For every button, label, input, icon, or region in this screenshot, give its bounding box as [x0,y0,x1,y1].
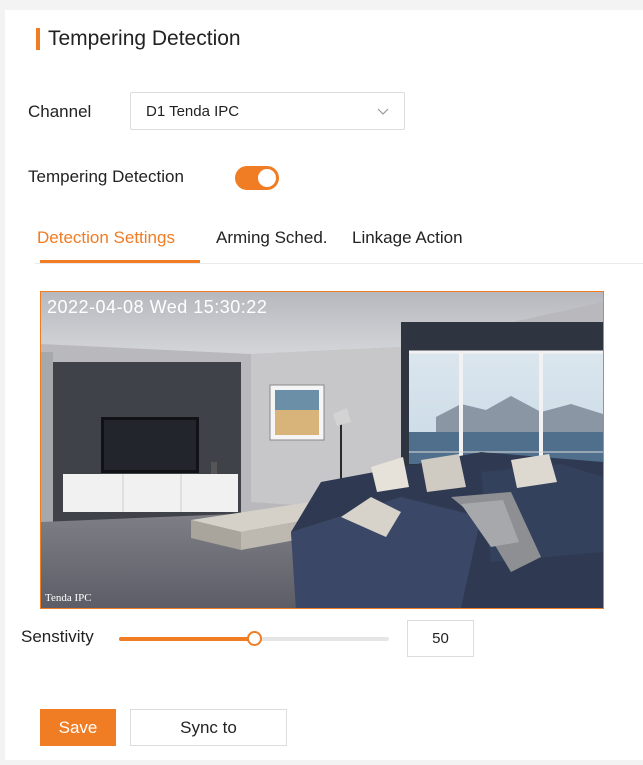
channel-label: Channel [28,102,92,121]
video-timestamp-overlay: 2022-04-08 Wed 15:30:22 [47,297,268,317]
chevron-down-icon [377,108,389,115]
page-header: Tempering Detection [36,24,241,54]
sync-to-button[interactable]: Sync to [130,709,287,746]
camera-preview: 2022-04-08 Wed 15:30:22 Tenda IPC [40,291,604,609]
sensitivity-slider-fill [119,637,254,641]
video-watermark: Tenda IPC [45,592,92,604]
tab-arming-schedule[interactable]: Arming Sched. [216,228,328,248]
tab-linkage-action[interactable]: Linkage Action [352,228,463,248]
sensitivity-label: Senstivity [21,627,94,646]
living-room-scene [41,292,603,608]
active-tab-indicator [40,260,200,263]
tempering-detection-toggle[interactable] [235,166,279,190]
title-accent-bar [36,28,40,50]
tempering-detection-label: Tempering Detection [28,167,184,186]
settings-tabs: Detection Settings Arming Sched. Linkage… [35,222,643,264]
channel-selected-value: D1 Tenda IPC [146,102,240,120]
sensitivity-value-input[interactable] [407,620,474,657]
save-button[interactable]: Save [40,709,116,746]
channel-select[interactable]: D1 Tenda IPC [130,92,405,130]
page-title: Tempering Detection [48,27,241,50]
tab-detection-settings[interactable]: Detection Settings [37,228,175,248]
sensitivity-slider-thumb[interactable] [247,631,262,646]
toggle-knob [258,169,276,187]
sensitivity-slider[interactable] [119,631,389,646]
